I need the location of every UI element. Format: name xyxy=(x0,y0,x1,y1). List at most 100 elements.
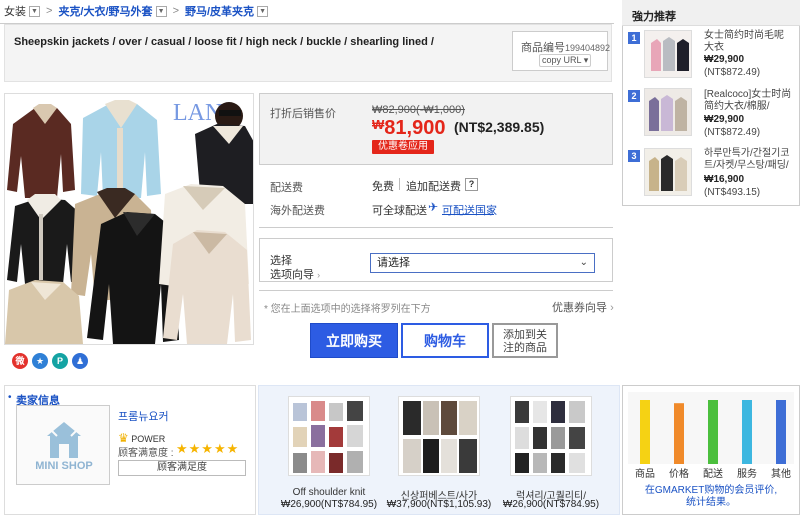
sidebar-product-title[interactable]: 女士简约时尚毛呢大衣 xyxy=(704,30,792,54)
recommended-product-image[interactable] xyxy=(510,396,592,476)
recommended-product-price: ₩37,900(NT$1,105.93) xyxy=(386,499,492,510)
sidebar-header: 強力推荐 xyxy=(622,0,800,26)
shipping-fee-label: 配送费 xyxy=(270,182,303,194)
sidebar-product-thumb[interactable] xyxy=(644,148,692,196)
minishop-label: MINI SHOP xyxy=(35,460,93,472)
shipping-countries-link[interactable]: 可配送国家 xyxy=(442,202,497,218)
dress-collage-image xyxy=(511,397,591,475)
chat-share-icon[interactable]: P xyxy=(52,353,68,369)
person-share-icon[interactable]: ♟ xyxy=(72,353,88,369)
seller-shop-name[interactable]: 프롬뉴요커 xyxy=(118,408,169,424)
sidebar-product-price: ₩29,900 xyxy=(704,54,745,65)
product-thumbnail-image xyxy=(645,31,691,77)
product-thumbnail-image xyxy=(645,149,691,195)
satisfaction-button[interactable]: 顾客满足度 xyxy=(118,460,246,476)
favorites-label-line1: 添加到关 xyxy=(503,329,547,341)
airplane-icon: ✈ xyxy=(428,200,439,214)
apply-coupon-button[interactable]: 优惠卷应用 xyxy=(372,140,434,154)
breadcrumb-separator: > xyxy=(46,5,53,17)
recommended-product-price: ₩26,900(NT$784.95) xyxy=(280,499,378,510)
divider xyxy=(259,227,613,228)
rating-footer: 在GMARKET购物的会员评价, 统计结果。 xyxy=(624,485,798,509)
chevron-down-icon[interactable]: ▼ xyxy=(155,5,167,17)
chevron-down-icon: ⌄ xyxy=(579,257,588,268)
favorites-label-line2: 注的商品 xyxy=(503,342,547,354)
price-nt: (NT$2,389.85) xyxy=(454,119,545,135)
copy-url-button[interactable]: copy URL ▾ xyxy=(539,54,592,67)
breadcrumb-separator: > xyxy=(172,5,179,17)
sidebar-product-price-nt: (NT$872.49) xyxy=(704,67,761,78)
recommended-product-image[interactable] xyxy=(398,396,480,476)
sidebar-product-title[interactable]: 하루만특가/간절기코트/자켓/무스탕/패딩/ xyxy=(704,148,792,172)
sidebar-product-price-nt: (NT$493.15) xyxy=(704,187,761,198)
weibo-icon[interactable]: 微 xyxy=(12,353,28,369)
crown-icon: ♛ xyxy=(118,431,129,445)
rating-bar-4 xyxy=(776,400,786,464)
current-price: ₩81,900 xyxy=(372,117,445,140)
fur-vest-collage-image xyxy=(399,397,479,475)
rating-bar-1 xyxy=(674,403,684,464)
option-guide-label[interactable]: 选项向导 › xyxy=(270,266,320,282)
power-label: POWER xyxy=(131,434,166,444)
chevron-right-icon: › xyxy=(610,302,614,314)
product-title: Sheepskin jackets / over / casual / loos… xyxy=(14,36,434,48)
extra-shipping-label: 追加配送费 xyxy=(406,181,461,193)
original-price: ₩82,900(-₩1,000) xyxy=(372,104,465,116)
option-select-value: 请选择 xyxy=(377,257,410,269)
rating-footer-line2: 统计结果。 xyxy=(686,497,736,508)
rating-bar-0 xyxy=(640,400,650,464)
add-to-cart-button[interactable]: 购物车 xyxy=(401,323,489,358)
recommended-product-price: ₩26,900(NT$784.95) xyxy=(502,499,600,510)
sidebar-product-price: ₩16,900 xyxy=(704,174,745,185)
rank-badge: 2 xyxy=(628,90,640,102)
shipping-fee-value: 免费 xyxy=(372,181,394,193)
rating-footer-line1: 在GMARKET购物的会员评价, xyxy=(644,485,778,496)
rating-bar-3 xyxy=(742,400,752,464)
price-label: 打折后销售价 xyxy=(270,108,336,120)
copy-url-label: copy URL xyxy=(542,55,582,65)
star-share-icon[interactable]: ★ xyxy=(32,353,48,369)
currency-symbol: ₩ xyxy=(372,117,385,132)
sidebar-title: 強力推荐 xyxy=(632,11,676,23)
sidebar-product-thumb[interactable] xyxy=(644,88,692,136)
option-guide-text: 选项向导 xyxy=(270,269,314,281)
chevron-down-icon[interactable]: ▼ xyxy=(29,5,40,17)
coupon-guide-label: 优惠券向导 xyxy=(552,302,607,314)
sidebar-product-title[interactable]: [Realcoco]女士时尚简约大衣/棉服/ xyxy=(704,89,792,113)
knit-collage-image xyxy=(289,397,369,475)
buy-now-button[interactable]: 立即购买 xyxy=(310,323,398,358)
overseas-shipping-value: 可全球配送 xyxy=(372,205,427,217)
product-code-box: 商品编号199404892 copy URL ▾ xyxy=(512,31,611,71)
product-code-value: 199404892 xyxy=(565,43,611,53)
option-note: * 您在上面选项中的选择将罗列在下方 xyxy=(264,304,431,315)
chevron-down-icon[interactable]: ▼ xyxy=(257,5,269,17)
recommended-product-name[interactable]: Off shoulder knit xyxy=(274,487,384,498)
overseas-shipping-label: 海外配送费 xyxy=(270,205,325,217)
breadcrumb-item-jackets[interactable]: 夹克/大衣/野马外套 xyxy=(58,3,152,19)
help-icon[interactable]: ? xyxy=(465,178,478,191)
add-to-favorites-button[interactable]: 添加到关 注的商品 xyxy=(492,323,558,358)
coupon-guide-link[interactable]: 优惠券向导 › xyxy=(552,299,614,315)
sidebar-product-price: ₩29,900 xyxy=(704,114,745,125)
breadcrumb-item-women[interactable]: 女装 xyxy=(4,3,26,19)
rating-category-label: 价格 xyxy=(669,467,689,480)
product-thumbnail-image xyxy=(645,89,691,135)
minishop-logo[interactable]: MINI SHOP xyxy=(16,405,110,485)
product-photo-collage: LAND xyxy=(5,94,253,344)
rating-category-label: 商品 xyxy=(635,467,655,480)
power-badge: ♛ POWER xyxy=(118,431,165,445)
rating-bar-chart: 商品 价格 配送 服务 其他 xyxy=(628,392,794,480)
sidebar-product-thumb[interactable] xyxy=(644,30,692,78)
link-underline xyxy=(442,214,494,215)
chevron-right-icon: › xyxy=(317,270,321,280)
satisfaction-label: 顾客满意度 : xyxy=(118,448,174,459)
rating-category-label: 配送 xyxy=(703,467,723,480)
product-image[interactable]: LAND xyxy=(4,93,254,345)
bullet-icon: • xyxy=(8,392,12,403)
rating-bar-2 xyxy=(708,400,718,464)
option-select[interactable]: 请选择 ⌄ xyxy=(370,253,595,273)
rating-category-label: 服务 xyxy=(737,467,757,480)
current-price-value: 81,900 xyxy=(384,117,446,139)
recommended-product-image[interactable] xyxy=(288,396,370,476)
breadcrumb-item-leather[interactable]: 野马/皮革夹克 xyxy=(185,3,254,19)
